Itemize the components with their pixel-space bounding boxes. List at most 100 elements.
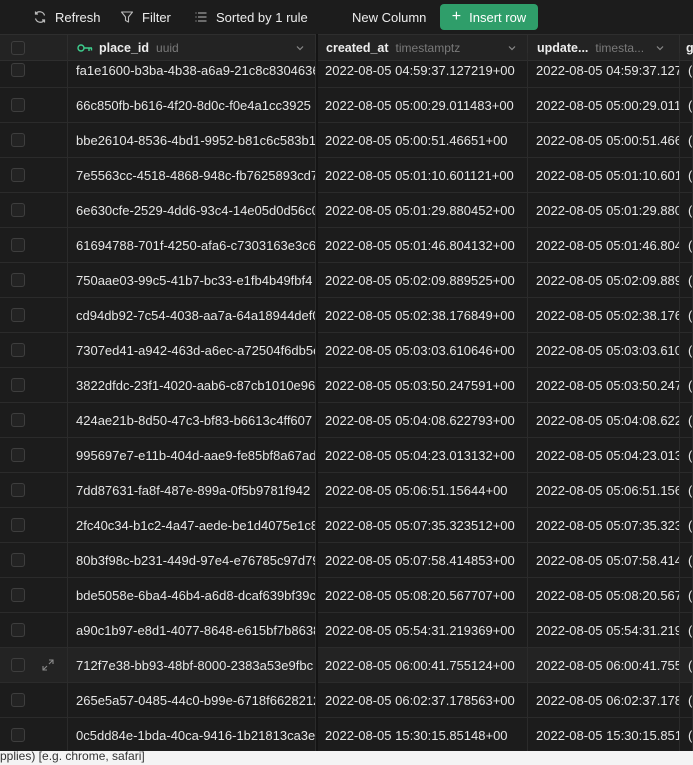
row-checkbox[interactable]	[11, 273, 25, 287]
table-row[interactable]: bde5058e-6ba4-46b4-a6d8-dcaf639bf39c 2022…	[0, 578, 693, 613]
cell-place-id[interactable]: a90c1b97-e8d1-4077-8648-e615bf7b8638	[68, 613, 316, 647]
table-row[interactable]: 66c850fb-b616-4f20-8d0c-f0e4a1cc3925 2022…	[0, 88, 693, 123]
cell-place-id[interactable]: 6e630cfe-2529-4dd6-93c4-14e05d0d56c0	[68, 193, 316, 227]
cell-next-column[interactable]: (	[680, 333, 693, 367]
insert-row-button[interactable]: + Insert row	[440, 4, 538, 30]
row-checkbox[interactable]	[11, 98, 25, 112]
row-checkbox[interactable]	[11, 343, 25, 357]
cell-updated-at[interactable]: 2022-08-05 05:02:09.889525+00	[528, 263, 680, 297]
cell-place-id[interactable]: bde5058e-6ba4-46b4-a6d8-dcaf639bf39c	[68, 578, 316, 612]
cell-next-column[interactable]: (	[680, 368, 693, 402]
cell-next-column[interactable]: (	[680, 648, 693, 682]
cell-next-column[interactable]: (	[680, 613, 693, 647]
cell-next-column[interactable]: (	[680, 438, 693, 472]
cell-updated-at[interactable]: 2022-08-05 05:00:29.011483+00	[528, 88, 680, 122]
table-row[interactable]: 7307ed41-a942-463d-a6ec-a72504f6db5c 2022…	[0, 333, 693, 368]
cell-created-at[interactable]: 2022-08-05 05:06:51.15644+00	[317, 473, 528, 507]
cell-next-column[interactable]: (	[680, 228, 693, 262]
cell-place-id[interactable]: 66c850fb-b616-4f20-8d0c-f0e4a1cc3925	[68, 88, 316, 122]
cell-updated-at[interactable]: 2022-08-05 05:06:51.15644+00	[528, 473, 680, 507]
row-checkbox[interactable]	[11, 518, 25, 532]
chevron-down-icon[interactable]	[295, 43, 305, 53]
cell-created-at[interactable]: 2022-08-05 05:07:58.414853+00	[317, 543, 528, 577]
cell-created-at[interactable]: 2022-08-05 05:07:35.323512+00	[317, 508, 528, 542]
cell-next-column[interactable]: (	[680, 578, 693, 612]
cell-created-at[interactable]: 2022-08-05 15:30:15.85148+00	[317, 718, 528, 751]
cell-place-id[interactable]: cd94db92-7c54-4038-aa7a-64a18944def0	[68, 298, 316, 332]
table-row[interactable]: 3822dfdc-23f1-4020-aab6-c87cb1010e96 2022…	[0, 368, 693, 403]
cell-updated-at[interactable]: 2022-08-05 05:01:29.880452+00	[528, 193, 680, 227]
cell-updated-at[interactable]: 2022-08-05 05:03:50.247591+00	[528, 368, 680, 402]
cell-next-column[interactable]: (	[680, 403, 693, 437]
row-checkbox[interactable]	[11, 483, 25, 497]
cell-next-column[interactable]: (	[680, 298, 693, 332]
table-row[interactable]: 0c5dd84e-1bda-40ca-9416-1b21813ca3ea 2022…	[0, 718, 693, 751]
refresh-button[interactable]: Refresh	[25, 4, 109, 30]
table-row[interactable]: cd94db92-7c54-4038-aa7a-64a18944def0 2022…	[0, 298, 693, 333]
cell-next-column[interactable]: (	[680, 683, 693, 717]
row-checkbox[interactable]	[11, 728, 25, 742]
cell-next-column[interactable]: (	[680, 718, 693, 751]
cell-place-id[interactable]: 995697e7-e11b-404d-aae9-fe85bf8a67ad	[68, 438, 316, 472]
row-checkbox[interactable]	[11, 378, 25, 392]
cell-created-at[interactable]: 2022-08-05 05:08:20.567707+00	[317, 578, 528, 612]
table-row[interactable]: 6e630cfe-2529-4dd6-93c4-14e05d0d56c0 2022…	[0, 193, 693, 228]
cell-updated-at[interactable]: 2022-08-05 05:02:38.176849+00	[528, 298, 680, 332]
row-checkbox[interactable]	[11, 693, 25, 707]
table-row[interactable]: 2fc40c34-b1c2-4a47-aede-be1d4075e1c8 2022…	[0, 508, 693, 543]
row-checkbox[interactable]	[11, 588, 25, 602]
cell-updated-at[interactable]: 2022-08-05 05:01:10.601121+00	[528, 158, 680, 192]
row-checkbox[interactable]	[11, 203, 25, 217]
cell-updated-at[interactable]: 2022-08-05 05:07:58.414853+00	[528, 543, 680, 577]
cell-created-at[interactable]: 2022-08-05 05:03:50.247591+00	[317, 368, 528, 402]
table-row[interactable]: 995697e7-e11b-404d-aae9-fe85bf8a67ad 2022…	[0, 438, 693, 473]
cell-updated-at[interactable]: 2022-08-05 05:54:31.219369+00	[528, 613, 680, 647]
table-row[interactable]: 712f7e38-bb93-48bf-8000-2383a53e9fbc 2022…	[0, 648, 693, 683]
chevron-down-icon[interactable]	[507, 43, 517, 53]
row-checkbox[interactable]	[11, 63, 25, 77]
sort-button[interactable]: Sorted by 1 rule	[186, 4, 316, 30]
cell-next-column[interactable]: (	[680, 263, 693, 297]
cell-updated-at[interactable]: 2022-08-05 05:08:20.567707+00	[528, 578, 680, 612]
cell-place-id[interactable]: 2fc40c34-b1c2-4a47-aede-be1d4075e1c8	[68, 508, 316, 542]
filter-button[interactable]: Filter	[112, 4, 179, 30]
cell-updated-at[interactable]: 2022-08-05 06:00:41.755124+00	[528, 648, 680, 682]
cell-created-at[interactable]: 2022-08-05 05:01:29.880452+00	[317, 193, 528, 227]
table-row[interactable]: 7e5563cc-4518-4868-948c-fb7625893cd7 2022…	[0, 158, 693, 193]
cell-updated-at[interactable]: 2022-08-05 15:30:15.85148+00	[528, 718, 680, 751]
cell-place-id[interactable]: 80b3f98c-b231-449d-97e4-e76785c97d79	[68, 543, 316, 577]
cell-place-id[interactable]: 61694788-701f-4250-afa6-c7303163e3c6	[68, 228, 316, 262]
cell-created-at[interactable]: 2022-08-05 04:59:37.127219+00	[317, 53, 528, 87]
cell-updated-at[interactable]: 2022-08-05 06:02:37.178563+00	[528, 683, 680, 717]
cell-next-column[interactable]: (	[680, 123, 693, 157]
cell-created-at[interactable]: 2022-08-05 05:01:46.804132+00	[317, 228, 528, 262]
cell-place-id[interactable]: 750aae03-99c5-41b7-bc33-e1fb4b49fbf4	[68, 263, 316, 297]
cell-next-column[interactable]: (	[680, 193, 693, 227]
table-row[interactable]: 7dd87631-fa8f-487e-899a-0f5b9781f942 2022…	[0, 473, 693, 508]
table-row[interactable]: 80b3f98c-b231-449d-97e4-e76785c97d79 2022…	[0, 543, 693, 578]
cell-created-at[interactable]: 2022-08-05 05:01:10.601121+00	[317, 158, 528, 192]
cell-updated-at[interactable]: 2022-08-05 05:01:46.804132+00	[528, 228, 680, 262]
table-row[interactable]: 265e5a57-0485-44c0-b99e-6718f6628212 2022…	[0, 683, 693, 718]
cell-place-id[interactable]: 265e5a57-0485-44c0-b99e-6718f6628212	[68, 683, 316, 717]
expand-row-icon[interactable]	[42, 659, 54, 671]
row-checkbox[interactable]	[11, 448, 25, 462]
row-checkbox[interactable]	[11, 238, 25, 252]
table-row[interactable]: fa1e1600-b3ba-4b38-a6a9-21c8c8304636 2022…	[0, 53, 693, 88]
cell-created-at[interactable]: 2022-08-05 05:04:23.013132+00	[317, 438, 528, 472]
cell-created-at[interactable]: 2022-08-05 06:00:41.755124+00	[317, 648, 528, 682]
cell-created-at[interactable]: 2022-08-05 05:00:29.011483+00	[317, 88, 528, 122]
cell-place-id[interactable]: 7dd87631-fa8f-487e-899a-0f5b9781f942	[68, 473, 316, 507]
cell-place-id[interactable]: 712f7e38-bb93-48bf-8000-2383a53e9fbc	[68, 648, 316, 682]
table-row[interactable]: 61694788-701f-4250-afa6-c7303163e3c6 2022…	[0, 228, 693, 263]
cell-updated-at[interactable]: 2022-08-05 05:03:03.610646+00	[528, 333, 680, 367]
cell-updated-at[interactable]: 2022-08-05 05:07:35.323512+00	[528, 508, 680, 542]
row-checkbox[interactable]	[11, 553, 25, 567]
cell-created-at[interactable]: 2022-08-05 05:02:09.889525+00	[317, 263, 528, 297]
cell-next-column[interactable]: (	[680, 473, 693, 507]
cell-created-at[interactable]: 2022-08-05 05:04:08.622793+00	[317, 403, 528, 437]
cell-created-at[interactable]: 2022-08-05 06:02:37.178563+00	[317, 683, 528, 717]
cell-next-column[interactable]: (	[680, 508, 693, 542]
row-checkbox[interactable]	[11, 133, 25, 147]
cell-updated-at[interactable]: 2022-08-05 05:04:08.622793+00	[528, 403, 680, 437]
